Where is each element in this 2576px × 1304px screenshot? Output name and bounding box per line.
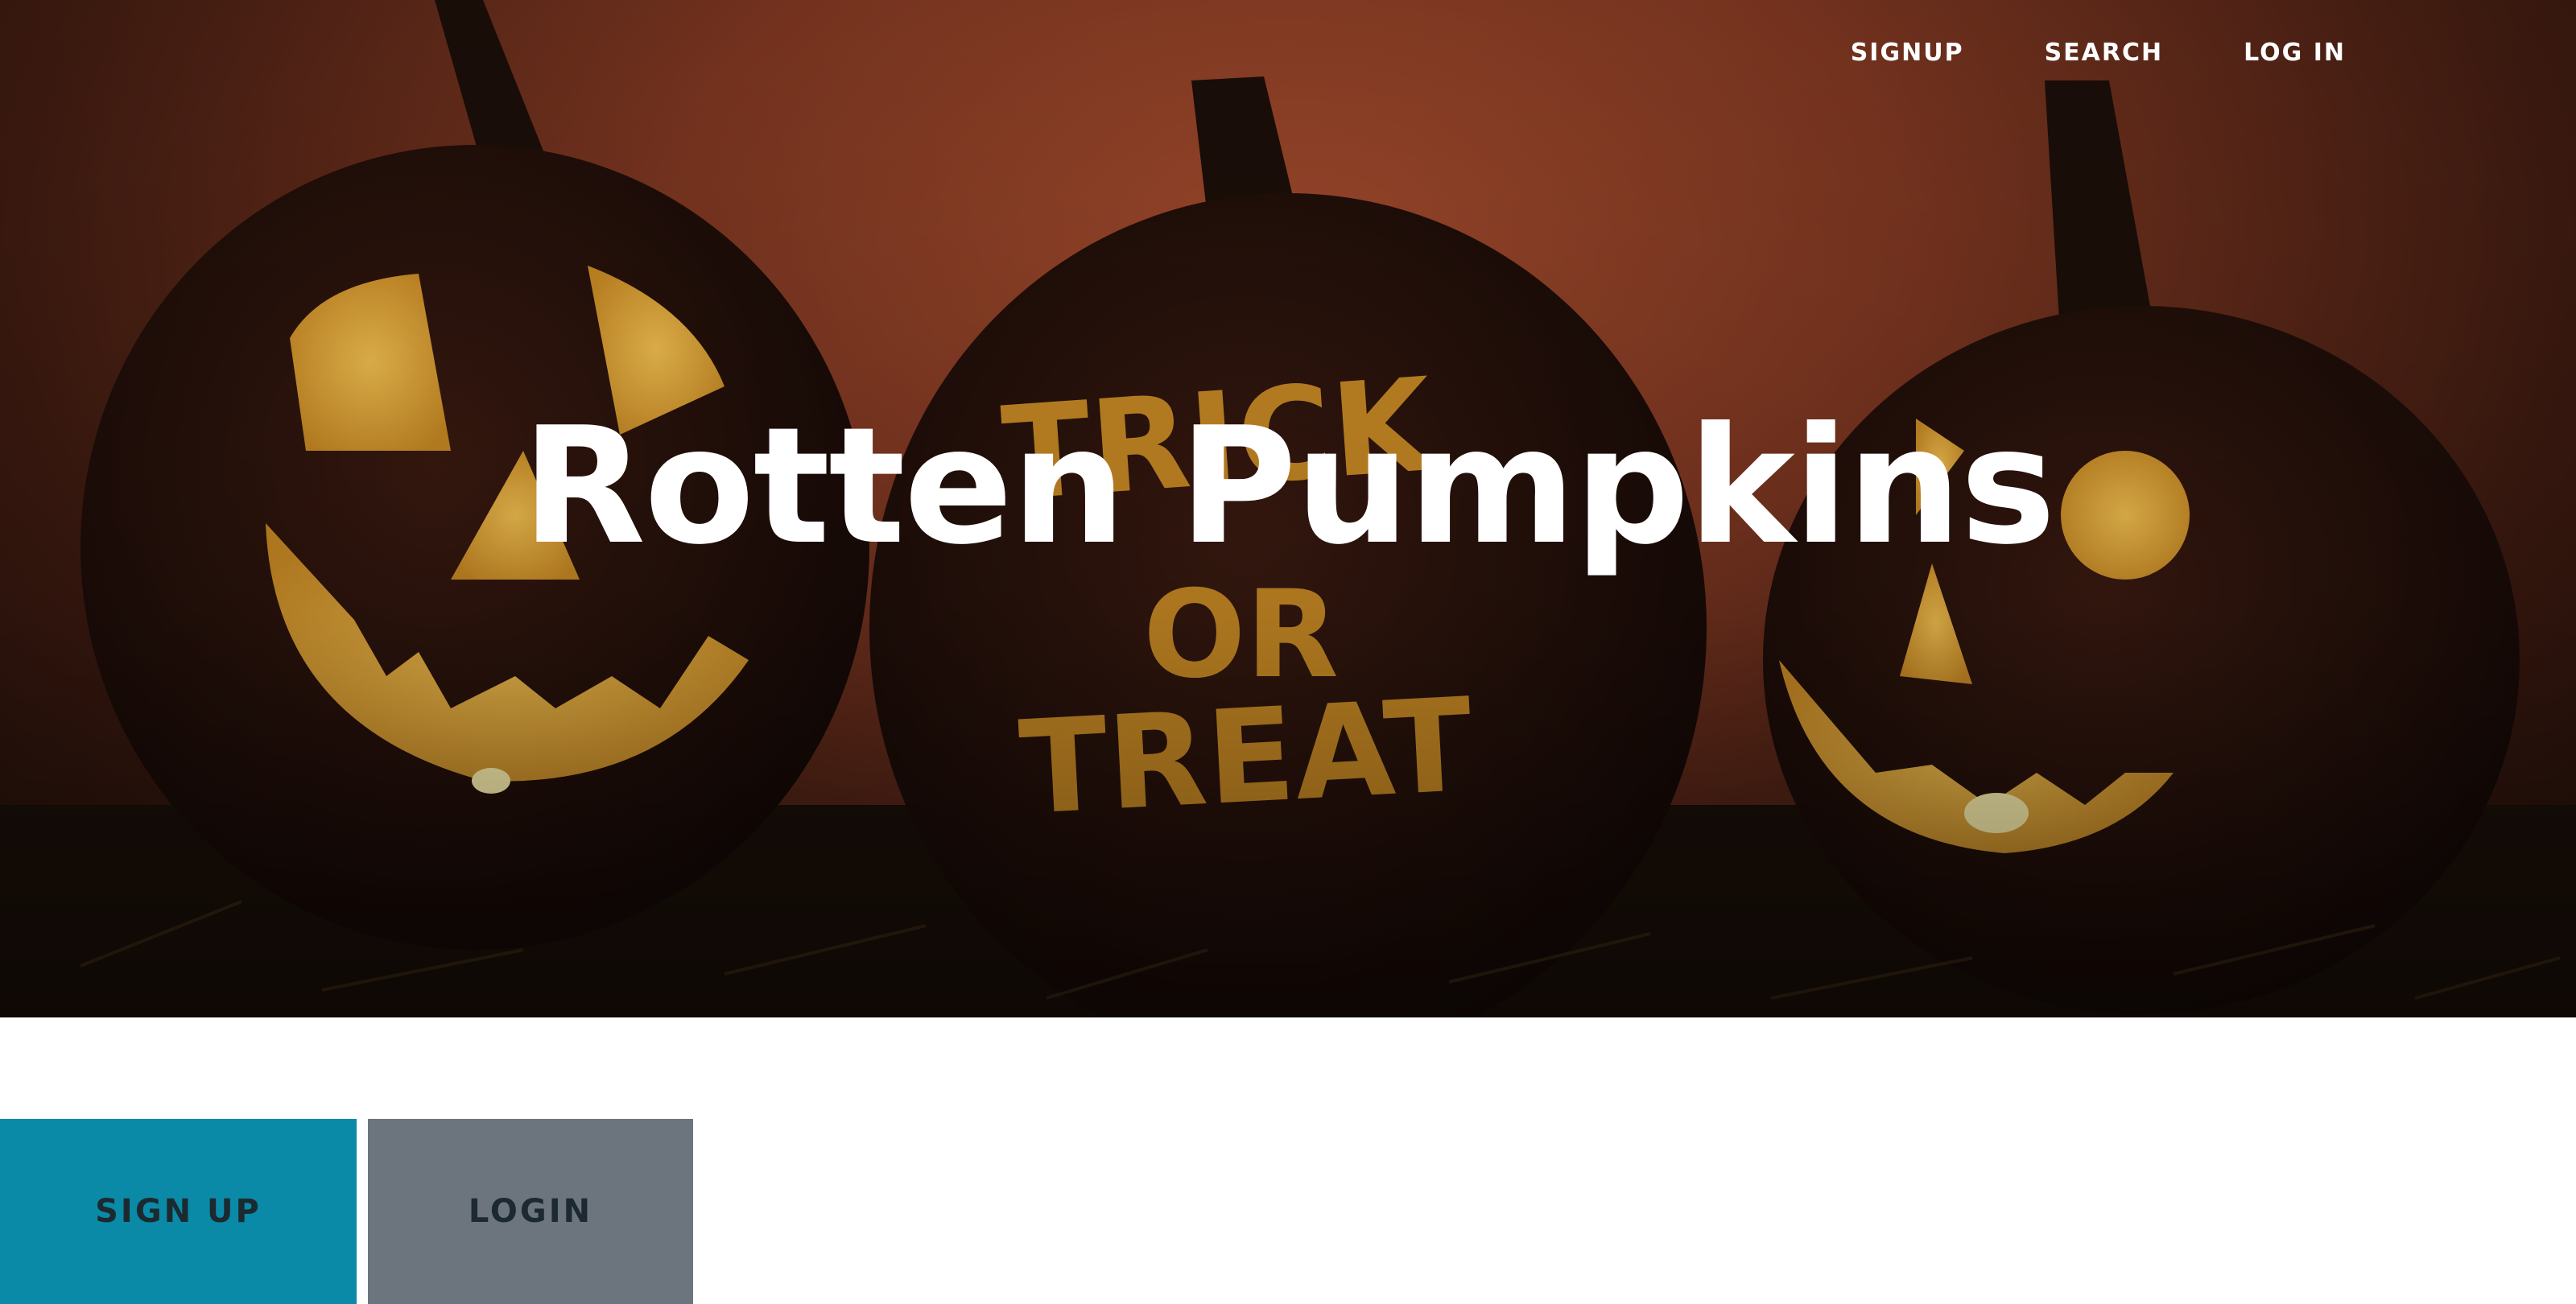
- hero-banner: TRICK OR TREAT SIGNUP: [0, 0, 2576, 1017]
- login-button[interactable]: LOGIN: [368, 1119, 693, 1304]
- nav-search-link[interactable]: SEARCH: [2045, 39, 2164, 67]
- top-nav: SIGNUP SEARCH LOG IN: [1851, 39, 2346, 67]
- auth-buttons: SIGN UP LOGIN: [0, 1119, 693, 1304]
- nav-signup-link[interactable]: SIGNUP: [1851, 39, 1964, 67]
- hero-title: Rotten Pumpkins: [522, 393, 2056, 580]
- nav-login-link[interactable]: LOG IN: [2244, 39, 2346, 67]
- sign-up-button[interactable]: SIGN UP: [0, 1119, 357, 1304]
